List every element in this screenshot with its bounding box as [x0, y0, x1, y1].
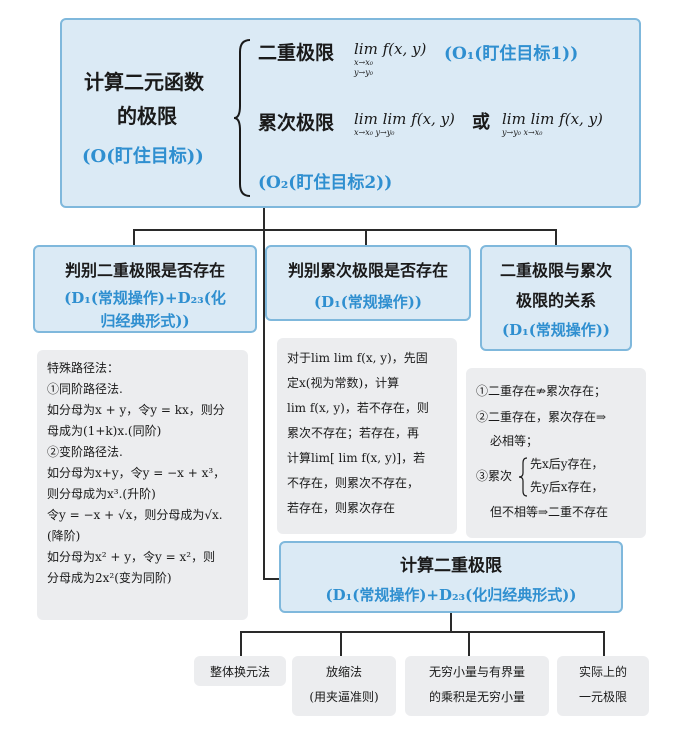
panel-b-line: 累次不存在；若存在，再 [287, 426, 420, 440]
box-d-title: 计算二重极限 [400, 556, 502, 576]
box-double-limit-existence: 判别二重极限是否存在 (D₁(常规操作)+D₂₃(化 归经典形式)) [33, 245, 257, 333]
panel-b-line: 若存在，则累次存在 [287, 501, 396, 515]
main-title-tag: (O(盯住目标)) [82, 146, 204, 167]
panel-a-line: 则分母成为x³.(升阶) [47, 487, 156, 501]
method-1-line1: 整体换元法 [209, 665, 270, 679]
panel-a-line: 如分母为x + y，令y = kx，则分 [47, 403, 225, 417]
row1-expr: lim f(x, y) [354, 40, 427, 58]
row1-sub2: y→y₀ [354, 68, 373, 77]
method-4-line2: 一元极限 [578, 690, 627, 704]
panel-a-line: 如分母为x² + y，令y = x²，则 [47, 550, 216, 564]
row2-expr-b: lim lim f(x, y) [502, 110, 603, 128]
row2-label: 累次极限 [258, 112, 335, 134]
main-title-line2: 的极限 [117, 104, 177, 128]
panel-b-line: 定x(视为常数)，计算 [287, 376, 400, 390]
box-iterated-limit-existence: 判别累次极限是否存在 (D₁(常规操作)) [265, 245, 471, 321]
box-relationship: 二重极限与累次 极限的关系 (D₁(常规操作)) [480, 245, 632, 351]
panel-b-line: 计算lim[ lim f(x, y)]，若 [287, 451, 426, 465]
panel-b-line: 对于lim lim f(x, y)，先固 [287, 351, 428, 365]
panel-a-line: 令y = −x + √x，则分母成为√x. [47, 508, 223, 522]
main-title-line1: 计算二元函数 [84, 70, 204, 94]
panel-c-line3b: 先y后x存在， [530, 480, 604, 494]
main-box: 计算二元函数 的极限 (O(盯住目标)) 二重极限 lim f(x, y) x→… [60, 18, 641, 208]
box-b-tag: (D₁(常规操作)) [314, 293, 422, 311]
panel-c-line3a: 先x后y存在， [530, 457, 604, 471]
panel-b-line: 不存在，则累次不存在， [287, 476, 420, 490]
method-4-line1: 实际上的 [578, 665, 627, 679]
method-single-variable: 实际上的 一元极限 [557, 656, 649, 716]
method-squeeze: 放缩法 (用夹逼准则) [292, 656, 396, 716]
connector-method-4 [603, 631, 605, 656]
row1-label: 二重极限 [258, 42, 335, 64]
panel-iterated-procedure: 对于lim lim f(x, y)，先固 定x(视为常数)，计算 lim f(x… [277, 338, 457, 534]
panel-a-line: 特殊路径法： [47, 361, 120, 375]
panel-special-path-method: 特殊路径法： ①同阶路径法. 如分母为x + y，令y = kx，则分 母成为(… [37, 350, 248, 620]
panel-a-line: ①同阶路径法. [47, 382, 123, 396]
box-a-title: 判别二重极限是否存在 [64, 261, 225, 280]
method-3-line1: 无穷小量与有界量 [428, 665, 525, 679]
panel-a-line: 母成为(1+k)x.(同阶) [47, 424, 162, 438]
panel-a-line: 分母成为2x²(变为同阶) [47, 571, 172, 585]
small-brace [518, 457, 528, 497]
row1-sub1: x→x₀ [354, 58, 373, 67]
box-c-title-line1: 二重极限与累次 [499, 261, 612, 280]
row2-or: 或 [472, 112, 490, 133]
panel-c-line3-prefix: ③累次 [476, 469, 513, 483]
method-infinitesimal-bounded: 无穷小量与有界量 的乘积是无穷小量 [405, 656, 549, 716]
panel-a-line: ②变阶路径法. [47, 445, 123, 459]
panel-c-line3: ③累次 先x后y存在， 先y后x存在， [476, 454, 636, 500]
connector-method-1 [240, 631, 242, 656]
method-substitution: 整体换元法 [194, 656, 286, 686]
panel-c-line1: ①二重存在⇏累次存在； [476, 384, 607, 398]
left-brace [233, 39, 251, 197]
box-d-tag: (D₁(常规操作)+D₂₃(化归经典形式)) [325, 586, 577, 604]
method-2-line2: (用夹逼准则) [309, 690, 379, 704]
panel-b-line: lim f(x, y)，若不存在，则 [287, 401, 429, 415]
box-b-title: 判别累次极限是否存在 [287, 261, 448, 280]
panel-a-line: 如分母为x+y，令y = −x + x³， [47, 466, 226, 480]
panel-c-line4: 但不相等⇒二重不存在 [490, 505, 609, 519]
panel-a-line: (降阶) [47, 529, 81, 543]
panel-c-line2a: ②二重存在，累次存在⇒ [476, 410, 607, 424]
connector-top-horizontal [133, 229, 556, 231]
connector-method-3 [468, 631, 470, 656]
panel-c-line2b: 必相等； [490, 434, 539, 448]
row2-expr-a: lim lim f(x, y) [354, 110, 455, 128]
box-a-tag-line2: 归经典形式)) [100, 312, 190, 330]
row1-tag: (O₁(盯住目标1)) [444, 44, 579, 64]
row2-tag: (O₂(盯住目标2)) [258, 173, 393, 193]
box-a-tag-line1: (D₁(常规操作)+D₂₃(化 [64, 289, 226, 307]
connector-method-2 [340, 631, 342, 656]
row2-sub-b: y→y₀ x→x₀ [502, 128, 543, 137]
method-2-line1: 放缩法 [325, 665, 362, 679]
connector-bottom-horizontal [240, 631, 604, 633]
box-compute-double-limit: 计算二重极限 (D₁(常规操作)+D₂₃(化归经典形式)) [279, 541, 623, 613]
method-3-line2: 的乘积是无穷小量 [428, 690, 525, 704]
connector-box-d-down [450, 612, 452, 632]
box-c-title-line2: 极限的关系 [515, 291, 596, 310]
row2-sub-a: x→x₀ y→y₀ [354, 128, 395, 137]
box-c-tag: (D₁(常规操作)) [502, 321, 610, 339]
panel-relationship-details: ①二重存在⇏累次存在； ②二重存在，累次存在⇒ 必相等； ③累次 先x后y存在，… [466, 368, 646, 538]
